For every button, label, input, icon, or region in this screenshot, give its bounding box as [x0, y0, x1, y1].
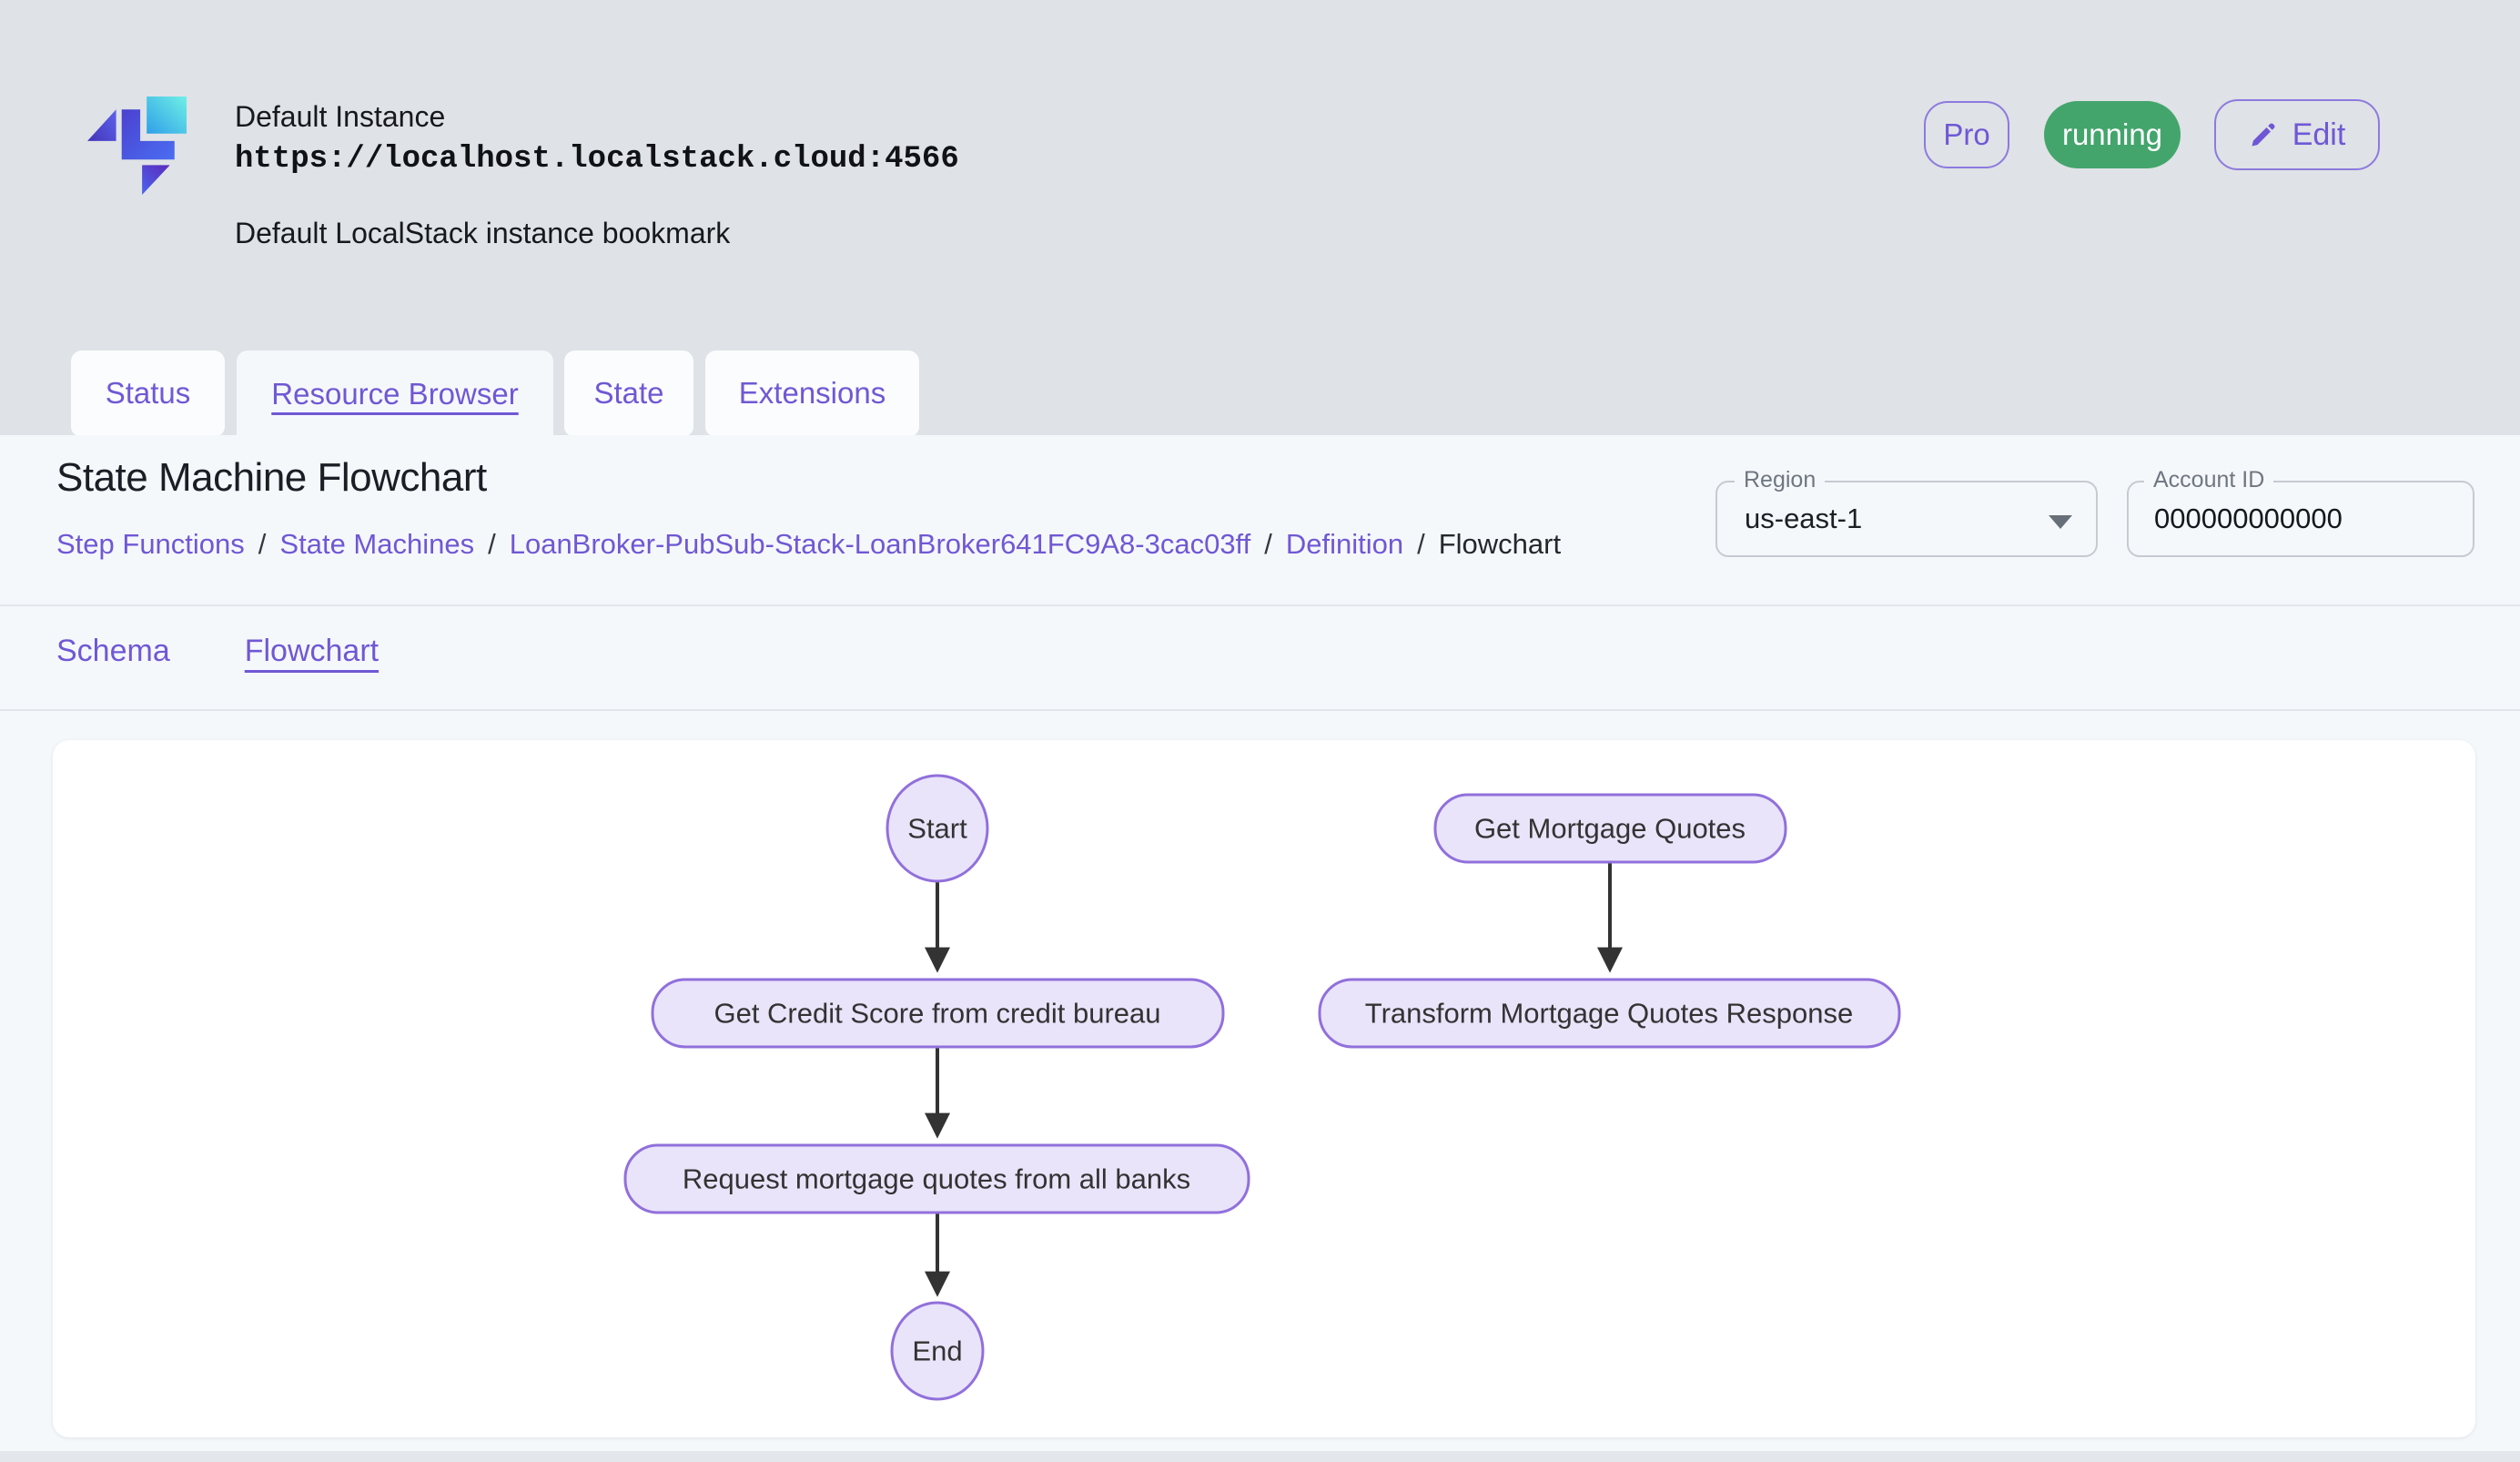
- subtab-schema[interactable]: Schema: [56, 634, 170, 669]
- node-get-mortgage-quotes-label: Get Mortgage Quotes: [1474, 813, 1746, 845]
- chevron-down-icon: [2049, 515, 2072, 529]
- node-credit-score-label: Get Credit Score from credit bureau: [713, 998, 1160, 1030]
- flowchart-node-get-mortgage-quotes: Get Mortgage Quotes: [1435, 795, 1786, 862]
- breadcrumb-state-machine-name[interactable]: LoanBroker-PubSub-Stack-LoanBroker641FC9…: [510, 528, 1251, 561]
- tab-state[interactable]: State: [564, 350, 693, 436]
- page-title: State Machine Flowchart: [56, 455, 487, 501]
- flowchart-node-transform-response: Transform Mortgage Quotes Response: [1320, 980, 1899, 1047]
- state-machine-flowchart: Start Get Credit Score from credit burea…: [53, 740, 2475, 1437]
- flowchart-card: Start Get Credit Score from credit burea…: [53, 740, 2475, 1437]
- edit-button[interactable]: Edit: [2214, 99, 2380, 170]
- node-transform-response-label: Transform Mortgage Quotes Response: [1365, 998, 1853, 1030]
- tab-resource-browser-label: Resource Browser: [271, 377, 518, 411]
- edit-button-label: Edit: [2292, 117, 2346, 153]
- region-select-label: Region: [1735, 466, 1825, 493]
- tab-extensions-label: Extensions: [739, 376, 886, 411]
- region-select-value: us-east-1: [1745, 503, 1862, 535]
- node-request-quotes-label: Request mortgage quotes from all banks: [683, 1163, 1190, 1195]
- breadcrumb: Step Functions / State Machines / LoanBr…: [56, 528, 1561, 561]
- breadcrumb-current: Flowchart: [1439, 528, 1561, 561]
- breadcrumb-step-functions[interactable]: Step Functions: [56, 528, 245, 561]
- breadcrumb-separator: /: [258, 528, 267, 561]
- status-badge-label: running: [2062, 117, 2162, 152]
- localstack-logo-icon: [86, 96, 187, 195]
- breadcrumb-state-machines[interactable]: State Machines: [279, 528, 474, 561]
- bottom-scrollbar-track[interactable]: [0, 1451, 2520, 1462]
- breadcrumb-separator: /: [1417, 528, 1425, 561]
- localstack-logo: [86, 96, 187, 195]
- breadcrumb-separator: /: [1264, 528, 1272, 561]
- account-id-label: Account ID: [2144, 466, 2273, 493]
- instance-info: Default Instance https://localhost.local…: [235, 98, 959, 250]
- flowchart-edges: [937, 862, 1610, 1293]
- node-end-label: End: [912, 1335, 962, 1367]
- subtab-flowchart[interactable]: Flowchart: [245, 634, 379, 669]
- tab-status[interactable]: Status: [71, 350, 225, 436]
- instance-name: Default Instance: [235, 98, 959, 135]
- breadcrumb-separator: /: [488, 528, 496, 561]
- tab-resource-browser[interactable]: Resource Browser: [237, 350, 553, 438]
- subtab-bar: Schema Flowchart: [56, 634, 379, 669]
- pencil-icon: [2249, 120, 2278, 149]
- flowchart-node-request-quotes: Request mortgage quotes from all banks: [625, 1145, 1249, 1213]
- instance-description: Default LocalStack instance bookmark: [235, 217, 959, 250]
- main-panel: State Machine Flowchart Step Functions /…: [0, 435, 2520, 1462]
- account-id-input[interactable]: [2129, 482, 2473, 555]
- breadcrumb-definition[interactable]: Definition: [1286, 528, 1403, 561]
- flowchart-node-start: Start: [887, 776, 987, 881]
- flowchart-node-end: End: [892, 1303, 983, 1399]
- status-badge: running: [2044, 101, 2181, 168]
- pro-badge: Pro: [1924, 101, 2009, 168]
- pro-badge-label: Pro: [1943, 117, 1989, 152]
- flowchart-node-credit-score: Get Credit Score from credit bureau: [653, 980, 1223, 1047]
- tab-status-label: Status: [106, 376, 191, 411]
- instance-url: https://localhost.localstack.cloud:4566: [235, 142, 959, 177]
- header-divider: [0, 604, 2520, 606]
- subtab-divider: [0, 709, 2520, 711]
- tab-extensions[interactable]: Extensions: [705, 350, 919, 436]
- node-start-label: Start: [907, 813, 967, 845]
- tab-state-label: State: [593, 376, 663, 411]
